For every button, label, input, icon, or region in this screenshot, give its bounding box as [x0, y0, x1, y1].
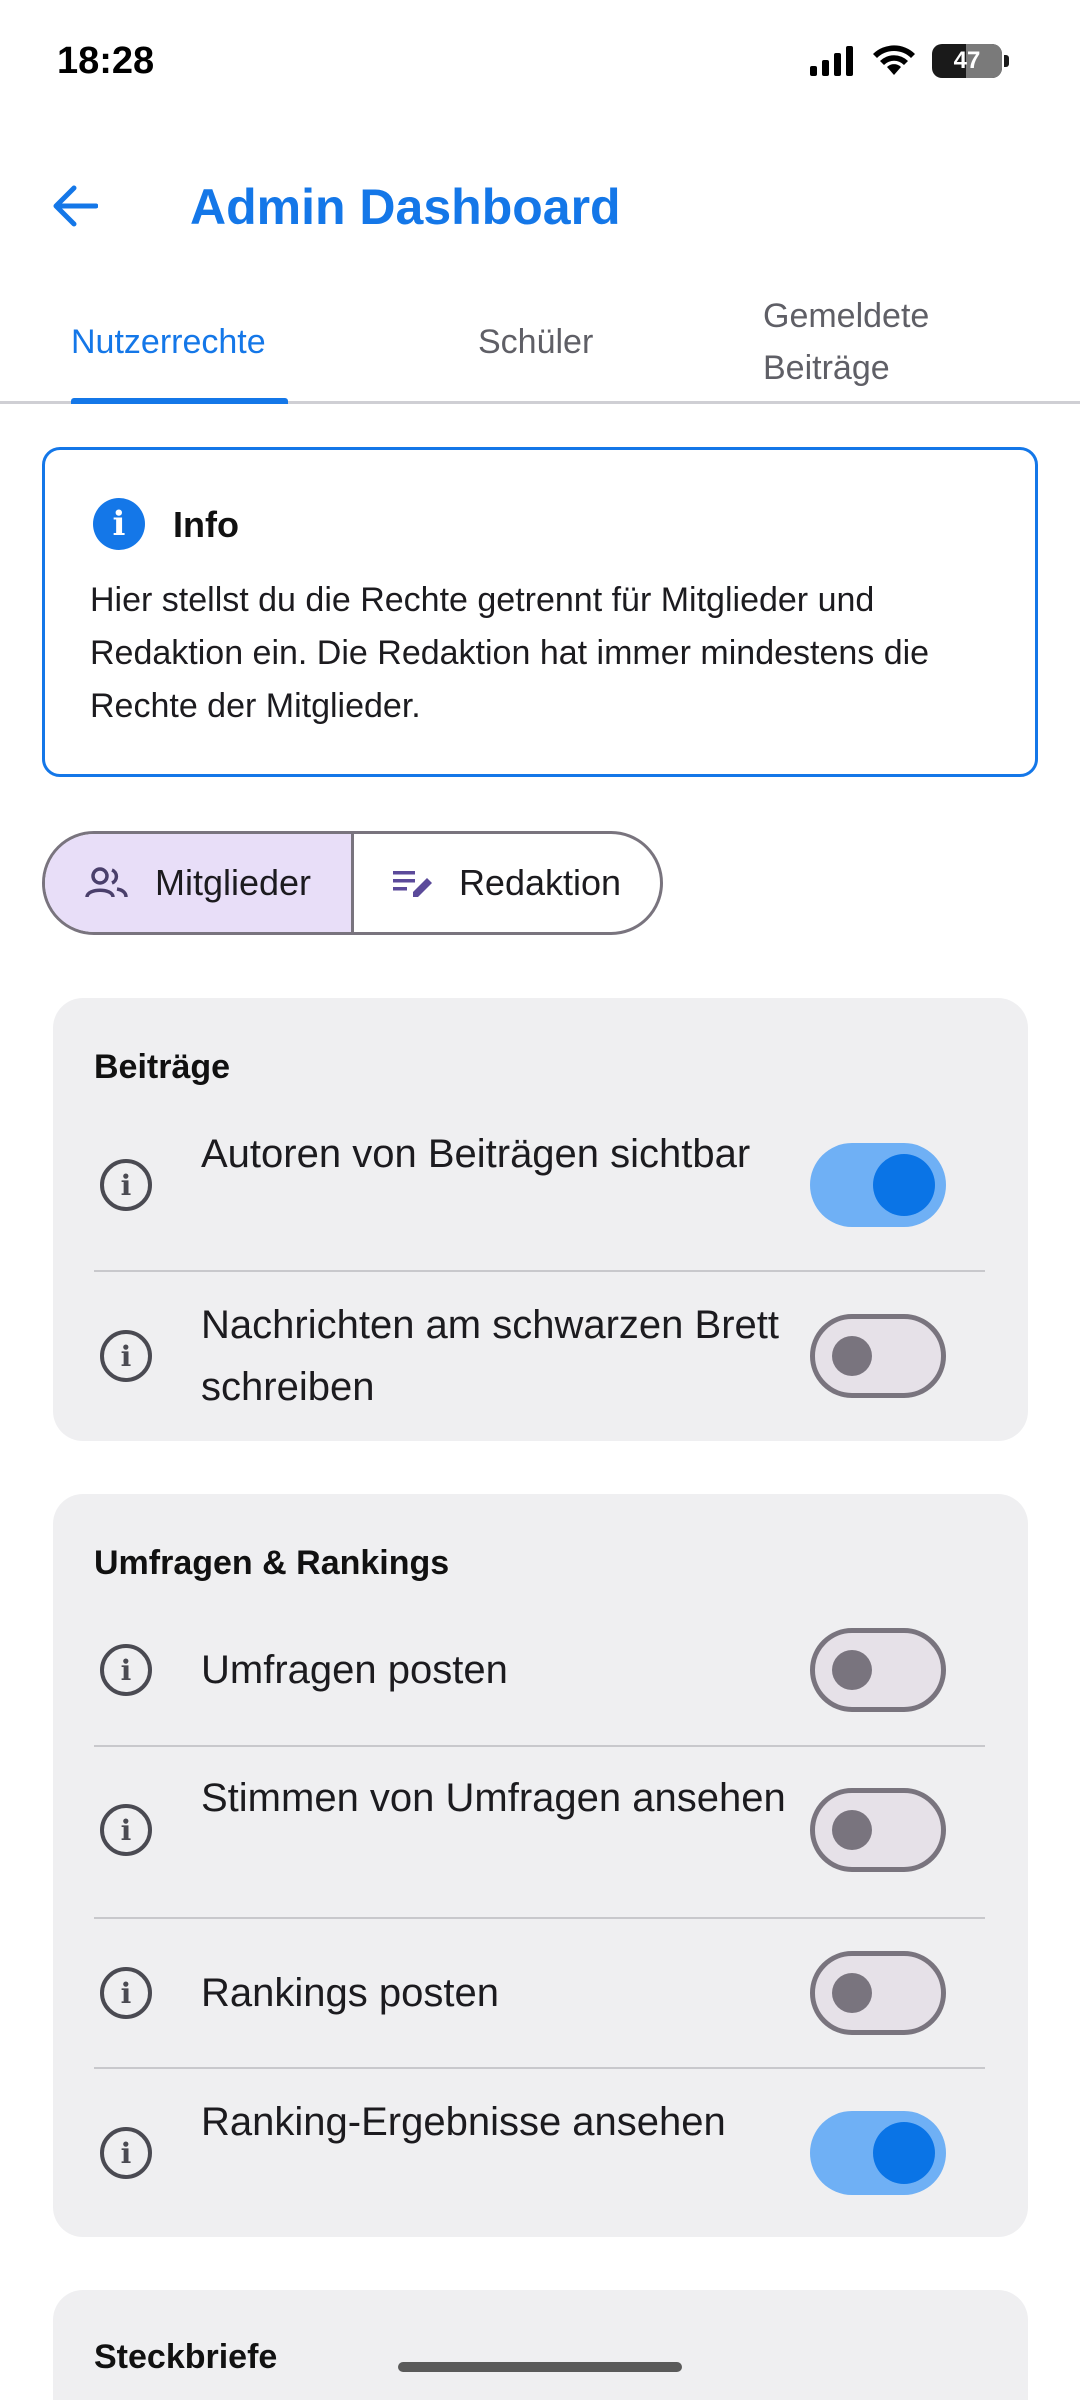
- permission-row: i Rankings posten: [94, 1919, 985, 2069]
- info-outline-icon[interactable]: i: [100, 1330, 152, 1382]
- segment-redaktion[interactable]: Redaktion: [354, 834, 660, 932]
- permission-toggle[interactable]: [810, 1788, 946, 1872]
- section-title: Beiträge: [94, 1048, 231, 1086]
- role-segmented-button: Mitglieder Redaktion: [42, 831, 663, 935]
- edit-note-icon: [392, 871, 432, 897]
- section-title: Steckbriefe: [94, 2338, 278, 2376]
- info-title: Info: [173, 504, 239, 545]
- permission-row: i Nachrichten am schwarzen Brett schreib…: [94, 1272, 985, 1441]
- page-title: Admin Dashboard: [190, 179, 621, 235]
- permission-label: Ranking-Ergebnisse ansehen: [201, 2100, 726, 2144]
- permission-label: Rankings posten: [201, 1971, 499, 2015]
- permission-label: Nachrichten am schwarzen Brett schreiben: [201, 1303, 780, 1409]
- wifi-icon: [873, 45, 915, 75]
- home-indicator[interactable]: [398, 2362, 682, 2372]
- permission-row: i Ranking-Ergebnisse ansehen: [94, 2069, 985, 2237]
- back-button[interactable]: [40, 172, 108, 240]
- info-icon: i: [93, 498, 145, 550]
- battery-level: 47: [953, 47, 981, 74]
- info-box: i Info Hier stellst du die Rechte getren…: [42, 447, 1038, 777]
- permission-label: Stimmen von Umfragen ansehen: [201, 1776, 786, 1820]
- status-bar: 18:28 47: [0, 0, 1080, 130]
- tab-indicator: [71, 398, 288, 404]
- segment-label: Redaktion: [458, 862, 622, 903]
- info-outline-icon[interactable]: i: [100, 1644, 152, 1696]
- signal-icon: [810, 46, 853, 76]
- permission-toggle[interactable]: [810, 2111, 946, 2195]
- section-title: Umfragen & Rankings: [94, 1544, 450, 1582]
- info-outline-icon[interactable]: i: [100, 1804, 152, 1856]
- permission-row: i Autoren von Beiträgen sichtbar: [94, 1098, 985, 1272]
- info-outline-icon[interactable]: i: [100, 1967, 152, 2019]
- app-bar: Admin Dashboard: [0, 160, 1080, 250]
- info-text: Hier stellst du die Rechte getrennt für …: [90, 581, 930, 725]
- segment-mitglieder[interactable]: Mitglieder: [45, 834, 354, 932]
- permission-label: Umfragen posten: [201, 1648, 508, 1692]
- section-umfragen-rankings: Umfragen & Rankings i Umfragen posten i …: [53, 1494, 1028, 2237]
- info-outline-icon[interactable]: i: [100, 1159, 152, 1211]
- group-icon: [85, 867, 128, 898]
- permission-label: Autoren von Beiträgen sichtbar: [201, 1132, 751, 1176]
- tab-schueler[interactable]: Schüler: [478, 280, 593, 404]
- permission-toggle[interactable]: [810, 1314, 946, 1398]
- permission-toggle[interactable]: [810, 1951, 946, 2035]
- tab-bar: Nutzerrechte Schüler Gemeldete Beiträge: [0, 280, 1080, 404]
- status-time: 18:28: [57, 40, 155, 82]
- section-beitraege: Beiträge i Autoren von Beiträgen sichtba…: [53, 998, 1028, 1441]
- permission-row: i Umfragen posten: [94, 1594, 985, 1747]
- permission-row: i Stimmen von Umfragen ansehen: [94, 1747, 985, 1919]
- tab-gemeldete-beitraege[interactable]: Gemeldete Beiträge: [763, 280, 983, 404]
- info-outline-icon[interactable]: i: [100, 2127, 152, 2179]
- battery-icon: 47: [932, 44, 1009, 78]
- section-steckbriefe: Steckbriefe: [53, 2290, 1028, 2400]
- arrow-back-icon: [53, 185, 98, 227]
- segment-label: Mitglieder: [154, 862, 312, 903]
- permission-toggle[interactable]: [810, 1143, 946, 1227]
- status-icons: 47: [810, 44, 1009, 78]
- tab-nutzerrechte[interactable]: Nutzerrechte: [71, 280, 266, 404]
- permission-toggle[interactable]: [810, 1628, 946, 1712]
